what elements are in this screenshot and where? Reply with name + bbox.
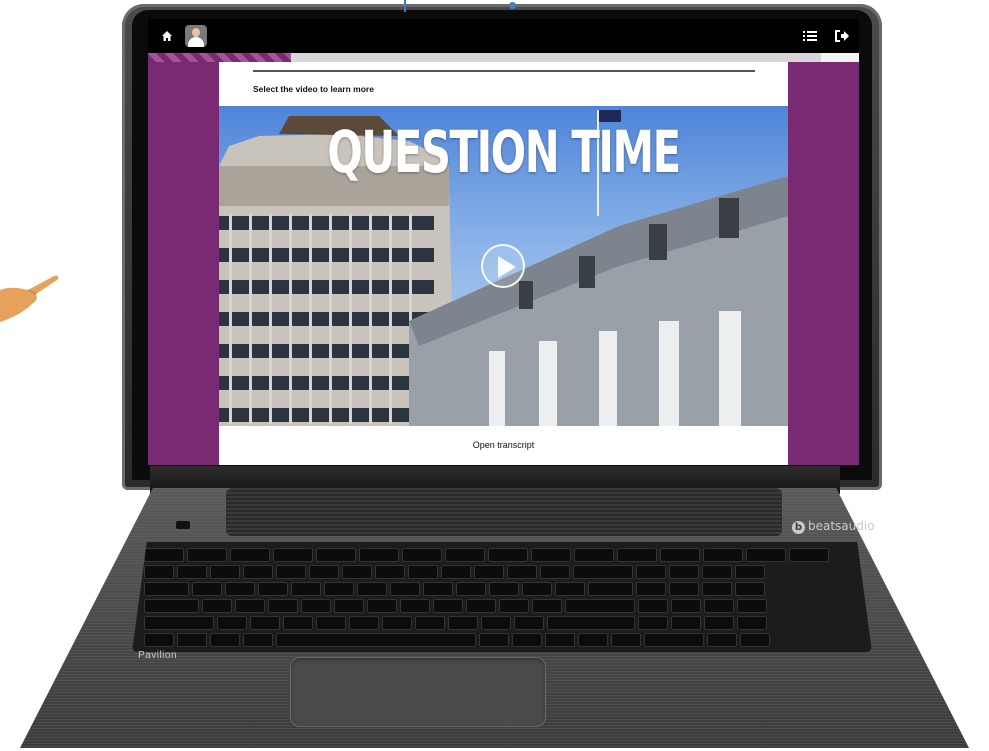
power-icon[interactable] <box>176 521 190 529</box>
webcam-indicator-line <box>404 0 406 12</box>
touchpad[interactable] <box>290 657 546 727</box>
progress-track-end <box>821 53 859 62</box>
open-transcript-link[interactable]: Open transcript <box>219 440 788 450</box>
user-avatar[interactable] <box>185 25 207 47</box>
lesson-progress-bar <box>148 53 859 62</box>
top-navigation-bar <box>148 19 859 53</box>
list-icon <box>803 31 817 41</box>
progress-fill <box>148 53 291 62</box>
home-button[interactable] <box>156 25 178 47</box>
play-icon[interactable] <box>481 244 525 288</box>
avatar-body <box>188 37 204 47</box>
home-icon <box>162 31 172 41</box>
menu-button[interactable] <box>800 26 820 46</box>
avatar-head <box>192 28 200 37</box>
audio-brand-logo: beatsaudio <box>792 519 875 534</box>
keyboard-row-number <box>144 565 765 579</box>
instruction-text: Select the video to learn more <box>253 84 374 94</box>
webcam-icon <box>509 2 516 9</box>
video-title: QUESTION TIME <box>327 118 681 186</box>
keyboard-row-shift <box>144 616 767 630</box>
exit-button[interactable] <box>832 26 852 46</box>
keyboard-row-space <box>144 633 770 647</box>
keyboard[interactable] <box>132 542 872 652</box>
video-player[interactable]: QUESTION TIME <box>219 106 788 426</box>
speaker-grille <box>226 488 782 536</box>
pointing-hand-icon <box>0 275 59 322</box>
exit-icon <box>835 30 849 42</box>
keyboard-row-qwerty <box>144 582 765 596</box>
divider <box>253 70 755 72</box>
pavilion-label: Pavilion <box>138 650 178 661</box>
laptop-screen: Select the video to learn more QUESTION … <box>148 19 859 465</box>
keyboard-row-function <box>144 548 829 562</box>
keyboard-row-home <box>144 599 767 613</box>
content-panel: Select the video to learn more QUESTION … <box>219 62 788 465</box>
